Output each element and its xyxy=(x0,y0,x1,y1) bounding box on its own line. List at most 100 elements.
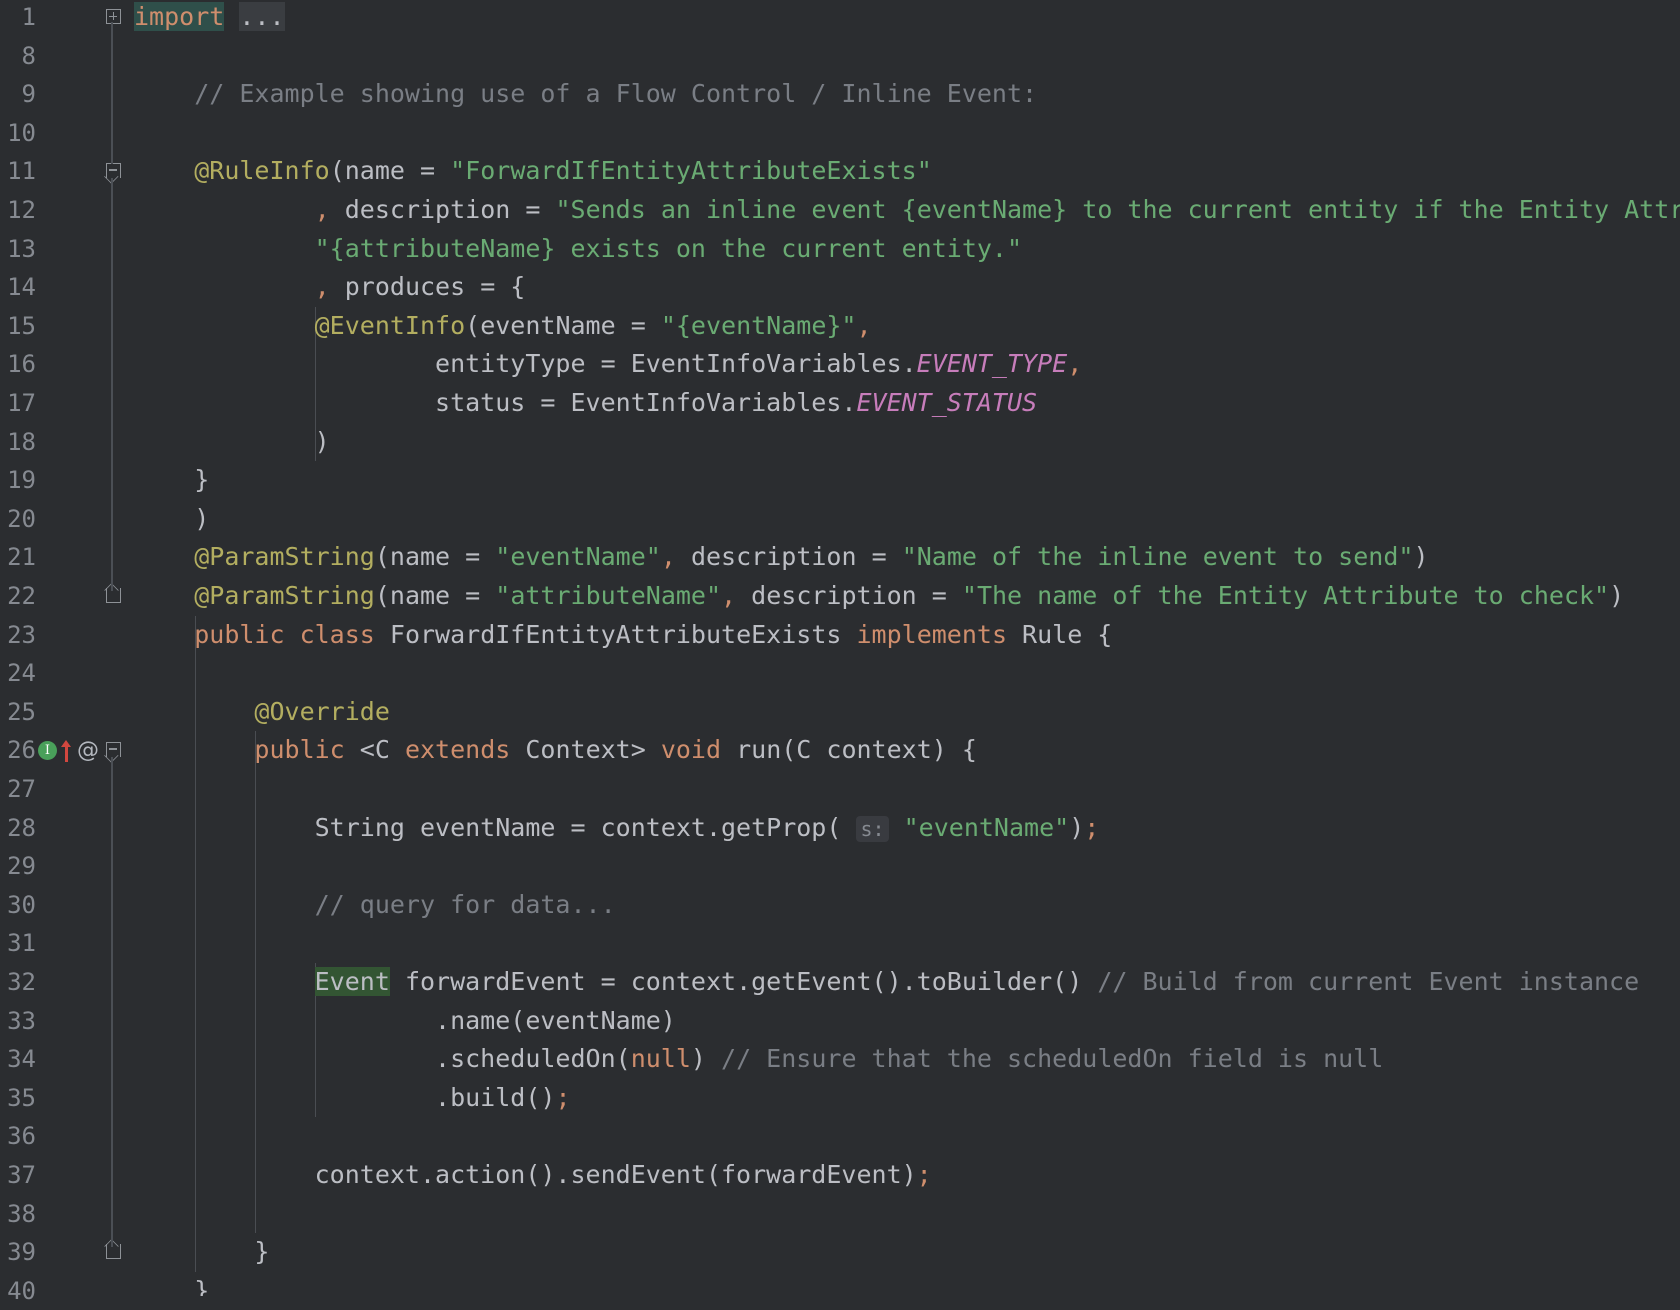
line-number: 19 xyxy=(7,461,36,500)
code-line[interactable]: , produces = { xyxy=(134,268,525,307)
code-token xyxy=(134,735,254,764)
line-number: 10 xyxy=(7,114,36,153)
line-number: 8 xyxy=(22,37,36,76)
code-token: ... xyxy=(239,2,284,31)
line-number: 13 xyxy=(7,230,36,269)
code-token: // Ensure that the scheduledOn field is … xyxy=(721,1044,1383,1073)
fold-arrow-down-icon xyxy=(106,742,121,757)
line-number: 16 xyxy=(7,345,36,384)
code-line[interactable]: context.action().sendEvent(forwardEvent)… xyxy=(134,1156,932,1195)
line-number: 25 xyxy=(7,693,36,732)
code-token: } xyxy=(134,1276,209,1296)
code-line[interactable]: @Override xyxy=(134,693,390,732)
code-token: // Build from current Event instance xyxy=(1097,967,1639,996)
code-line[interactable]: "{attributeName} exists on the current e… xyxy=(134,230,1022,269)
annotation-at-icon[interactable]: @ xyxy=(77,740,99,762)
implemented-method-icon[interactable]: I xyxy=(38,741,57,760)
code-line[interactable]: .name(eventName) xyxy=(134,1002,676,1041)
code-line[interactable]: @RuleInfo(name = "ForwardIfEntityAttribu… xyxy=(134,152,932,191)
code-line[interactable]: Event forwardEvent = context.getEvent().… xyxy=(134,963,1639,1002)
code-line[interactable]: } xyxy=(134,1233,269,1272)
line-number: 1 xyxy=(22,0,36,37)
code-line[interactable]: , description = "Sends an inline event {… xyxy=(134,191,1680,230)
fold-toggle-arrow-down[interactable] xyxy=(106,742,123,759)
code-token: "{attributeName} exists on the current e… xyxy=(315,234,1022,263)
line-number: 34 xyxy=(7,1040,36,1079)
line-number: 39 xyxy=(7,1233,36,1272)
gutter-markers[interactable]: I@ xyxy=(38,731,99,770)
code-token: (name = xyxy=(375,581,495,610)
fold-plus-icon xyxy=(106,9,121,24)
code-line[interactable]: ) xyxy=(134,500,209,539)
code-line[interactable]: public <C extends Context> void run(C co… xyxy=(134,731,977,770)
line-number: 21 xyxy=(7,538,36,577)
code-token: run(C context) { xyxy=(721,735,977,764)
override-arrow-icon[interactable] xyxy=(61,740,73,762)
line-number: 22 xyxy=(7,577,36,616)
code-line[interactable]: public class ForwardIfEntityAttributeExi… xyxy=(134,616,1112,655)
code-token: status = EventInfoVariables. xyxy=(134,388,856,417)
code-line[interactable]: @EventInfo(eventName = "{eventName}", xyxy=(134,307,872,346)
code-token: // query for data... xyxy=(134,890,616,919)
code-token xyxy=(134,311,315,340)
code-token: "attributeName" xyxy=(495,581,721,610)
fold-toggle-plus[interactable] xyxy=(106,9,123,26)
line-number: 32 xyxy=(7,963,36,1002)
code-line[interactable]: // query for data... xyxy=(134,886,616,925)
fold-toggle-arrow-up[interactable] xyxy=(106,588,123,605)
code-line[interactable]: entityType = EventInfoVariables.EVENT_TY… xyxy=(134,345,1082,384)
code-token: } xyxy=(134,465,209,494)
line-number: 23 xyxy=(7,616,36,655)
code-token xyxy=(134,542,194,571)
code-token: (name = xyxy=(375,542,495,571)
code-token: "Name of the inline event to send" xyxy=(902,542,1414,571)
code-token: description = xyxy=(676,542,902,571)
code-token: description = xyxy=(736,581,962,610)
code-token: "eventName" xyxy=(904,813,1070,842)
code-token: implements xyxy=(856,620,1007,649)
code-token: "{eventName}" xyxy=(661,311,857,340)
fold-toggle-arrow-up[interactable] xyxy=(106,1244,123,1261)
code-line[interactable]: } xyxy=(134,461,209,500)
code-token xyxy=(134,156,194,185)
editor-gutter[interactable]: 1891011121314151617181920212223242526I@2… xyxy=(0,0,124,1296)
code-token: ForwardIfEntityAttributeExists xyxy=(375,620,857,649)
code-token: Event xyxy=(315,967,390,996)
code-token: .build() xyxy=(134,1083,555,1112)
code-line[interactable]: } xyxy=(134,1272,209,1296)
code-line[interactable]: @ParamString(name = "attributeName", des… xyxy=(134,577,1624,616)
code-line[interactable]: ) xyxy=(134,423,330,462)
code-token: s: xyxy=(856,816,888,842)
line-number: 30 xyxy=(7,886,36,925)
code-line[interactable]: .scheduledOn(null) // Ensure that the sc… xyxy=(134,1040,1383,1079)
line-number: 29 xyxy=(7,847,36,886)
code-token: .name(eventName) xyxy=(134,1006,676,1035)
code-token xyxy=(889,813,904,842)
code-line[interactable]: // Example showing use of a Flow Control… xyxy=(134,75,1037,114)
code-line[interactable]: status = EventInfoVariables.EVENT_STATUS xyxy=(134,384,1037,423)
code-editor[interactable]: 1891011121314151617181920212223242526I@2… xyxy=(0,0,1680,1296)
code-text-area[interactable]: import ... // Example showing use of a F… xyxy=(124,0,1680,1296)
code-line[interactable]: .build(); xyxy=(134,1079,571,1118)
code-token xyxy=(134,697,254,726)
code-token: String eventName = context.getProp( xyxy=(134,813,856,842)
code-folding-column[interactable] xyxy=(104,0,124,1296)
code-line[interactable]: String eventName = context.getProp( s: "… xyxy=(134,809,1099,848)
code-line[interactable]: @ParamString(name = "eventName", descrip… xyxy=(134,538,1429,577)
fold-region-line xyxy=(111,757,113,1247)
code-token: @EventInfo xyxy=(315,311,466,340)
code-token xyxy=(134,581,194,610)
code-token: context.action().sendEvent(forwardEvent) xyxy=(134,1160,917,1189)
code-token: @RuleInfo xyxy=(194,156,329,185)
code-token: Rule { xyxy=(1007,620,1112,649)
code-token: ) xyxy=(1413,542,1428,571)
line-number: 9 xyxy=(22,75,36,114)
code-token xyxy=(134,620,194,649)
code-token: "Sends an inline event {eventName} to th… xyxy=(555,195,1680,224)
fold-toggle-arrow-down[interactable] xyxy=(106,163,123,180)
code-token: EVENT_TYPE xyxy=(917,349,1068,378)
code-token: public xyxy=(254,735,344,764)
code-token: } xyxy=(134,1237,269,1266)
code-line[interactable]: import ... xyxy=(134,0,285,37)
line-number: 15 xyxy=(7,307,36,346)
